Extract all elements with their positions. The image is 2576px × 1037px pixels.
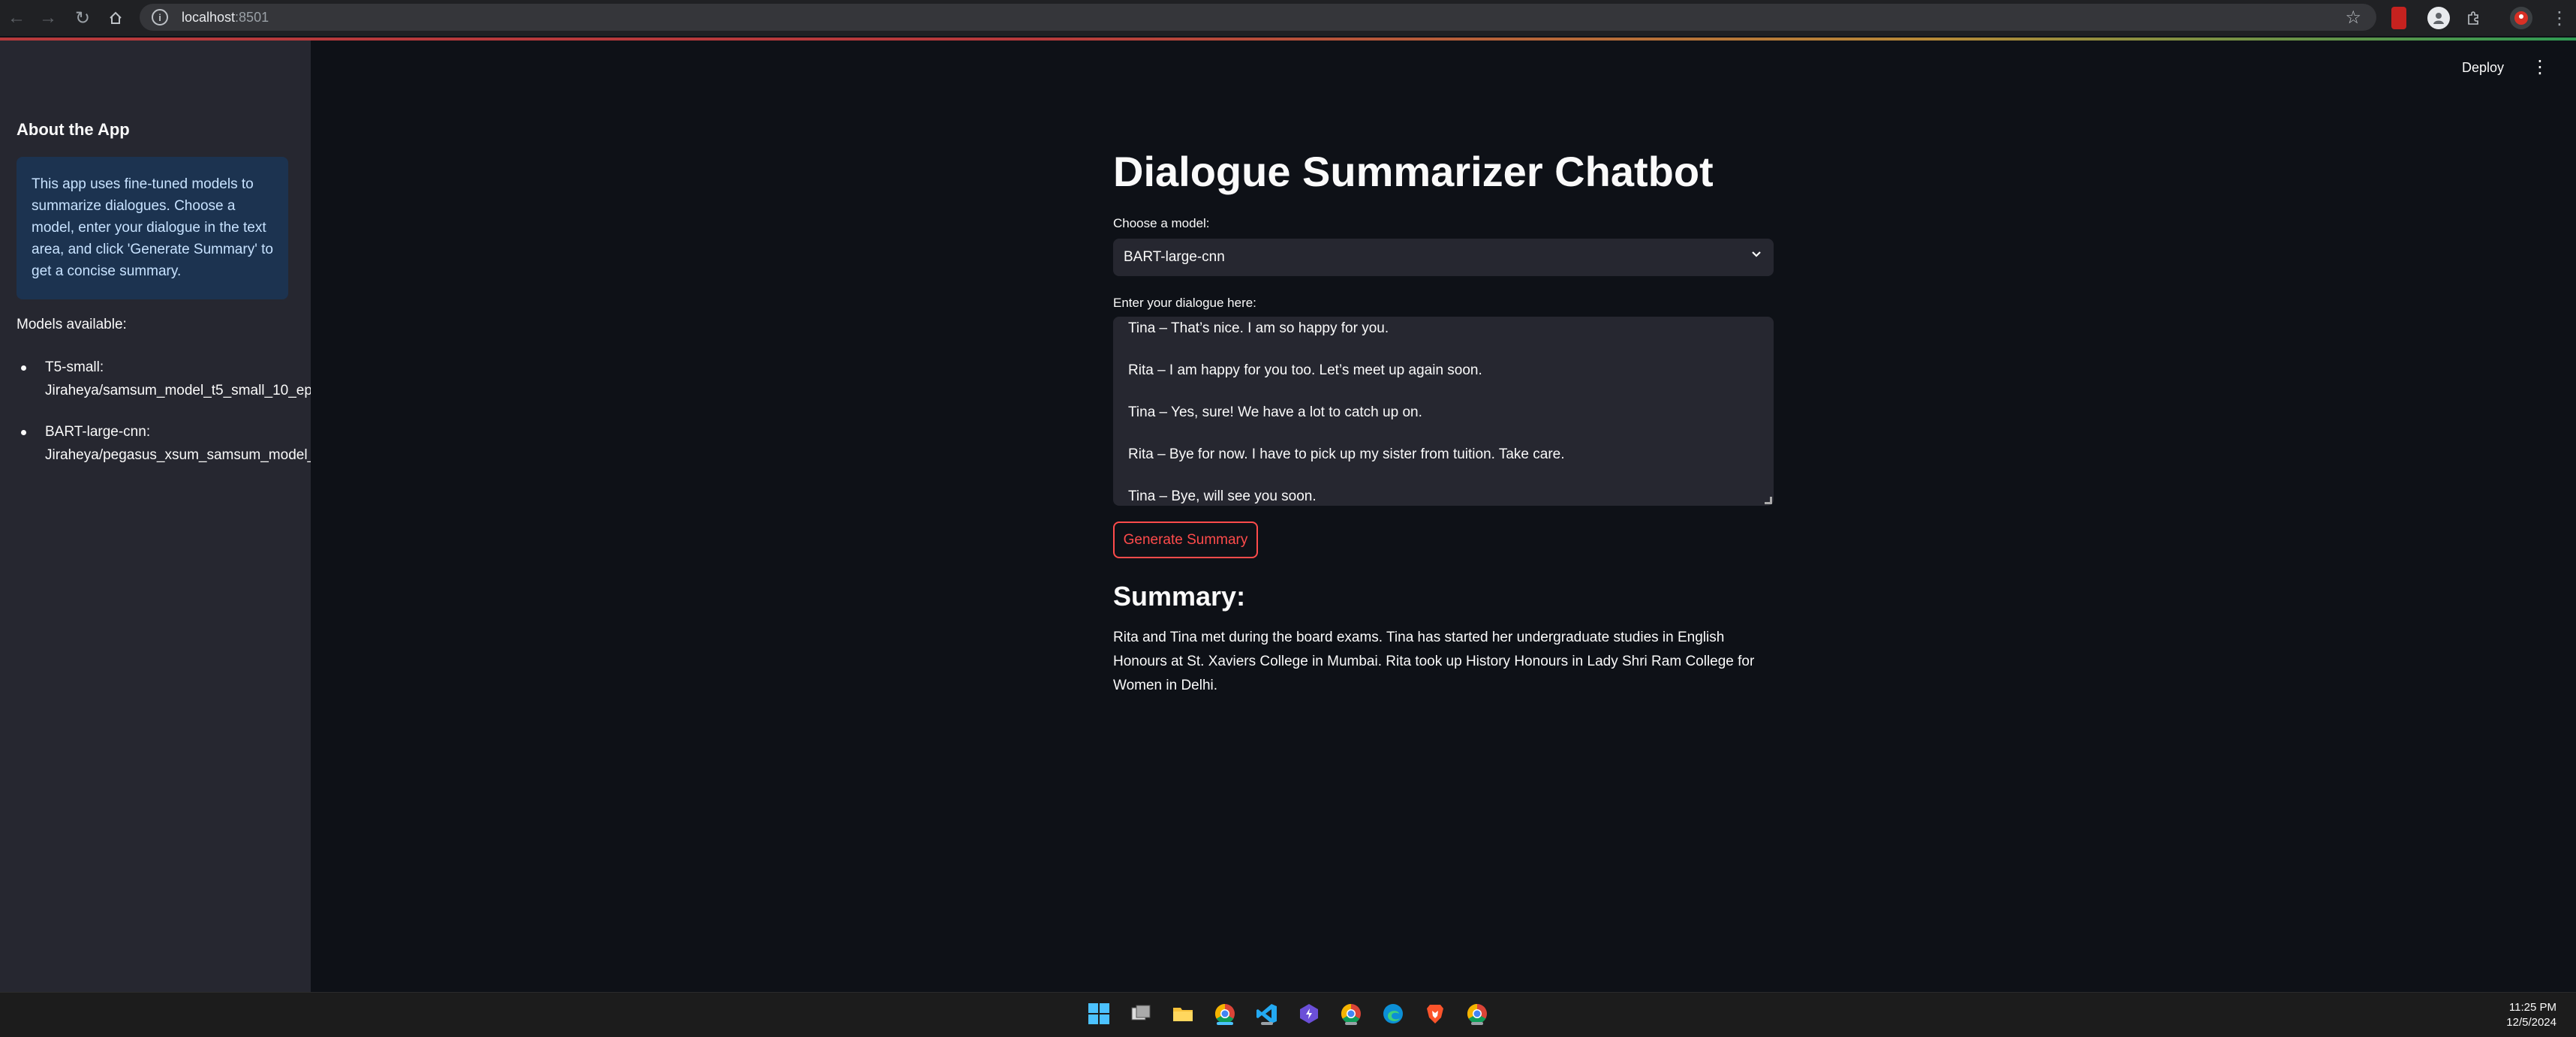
- brave-icon[interactable]: [1422, 1000, 1449, 1027]
- page-title: Dialogue Summarizer Chatbot: [1113, 148, 1714, 195]
- deploy-button[interactable]: Deploy: [2462, 60, 2504, 76]
- clock-time: 11:25 PM: [2508, 1001, 2556, 1014]
- taskbar: 11:25 PM 12/5/2024: [0, 992, 2576, 1037]
- dialogue-textarea[interactable]: Tina – That’s nice. I am so happy for yo…: [1113, 317, 1774, 506]
- resize-handle[interactable]: [1765, 497, 1772, 504]
- running-indicator: [1471, 1022, 1483, 1025]
- extensions-puzzle-icon[interactable]: [2462, 7, 2484, 29]
- generate-summary-button[interactable]: Generate Summary: [1113, 522, 1258, 558]
- url-text: localhost:8501: [182, 9, 269, 25]
- dialogue-line: Tina – That’s nice. I am so happy for yo…: [1128, 320, 1389, 336]
- app-hex-icon[interactable]: [1296, 1000, 1323, 1027]
- summary-text: Rita and Tina met during the board exams…: [1113, 630, 1755, 693]
- site-info-icon[interactable]: i: [152, 9, 168, 26]
- model-repo: Jiraheya/samsum_model_t5_small_10_ep: [45, 383, 311, 398]
- address-bar[interactable]: i localhost:8501 ☆: [140, 4, 2376, 31]
- model-repo: Jiraheya/pegasus_xsum_samsum_model_: [45, 447, 311, 463]
- list-item: T5-small: Jiraheya/samsum_model_t5_small…: [17, 356, 311, 402]
- running-indicator: [1261, 1022, 1273, 1025]
- windows-start-icon[interactable]: [1085, 1000, 1112, 1027]
- running-indicator: [1345, 1022, 1357, 1025]
- list-item: BART-large-cnn: Jiraheya/pegasus_xsum_sa…: [17, 420, 311, 467]
- system-clock[interactable]: 11:25 PM 12/5/2024: [2506, 1000, 2556, 1030]
- active-indicator: [1217, 1022, 1233, 1025]
- dialogue-label: Enter your dialogue here:: [1113, 296, 1256, 310]
- file-explorer-icon[interactable]: [1169, 1000, 1196, 1027]
- chevron-down-icon: [1752, 251, 1761, 257]
- chrome-profile-icon[interactable]: [1338, 1000, 1365, 1027]
- bookmark-star-icon[interactable]: ☆: [2345, 7, 2361, 29]
- chrome-icon[interactable]: [1211, 1000, 1238, 1027]
- bullet-icon: [21, 365, 26, 371]
- model-select[interactable]: BART-large-cnn: [1113, 239, 1774, 276]
- main-menu-icon[interactable]: ⋮: [2531, 59, 2549, 77]
- extension-red-icon[interactable]: [2391, 7, 2406, 29]
- vscode-icon[interactable]: [1253, 1000, 1280, 1027]
- browser-toolbar: ← → ↻ i localhost:8501 ☆ ⋮: [0, 0, 2576, 36]
- model-list: T5-small: Jiraheya/samsum_model_t5_small…: [17, 356, 311, 485]
- sidebar: About the App This app uses fine-tuned m…: [0, 41, 311, 992]
- models-heading: Models available:: [17, 317, 127, 332]
- edge-icon[interactable]: [1380, 1000, 1407, 1027]
- home-icon[interactable]: [99, 2, 132, 35]
- dialogue-line: Tina – Yes, sure! We have a lot to catch…: [1128, 404, 1422, 420]
- bullet-icon: [21, 430, 26, 435]
- info-box: This app uses fine-tuned models to summa…: [17, 157, 288, 299]
- model-name: BART-large-cnn:: [45, 424, 151, 440]
- dialogue-line: Rita – Bye for now. I have to pick up my…: [1128, 446, 1565, 462]
- model-select-value: BART-large-cnn: [1124, 249, 1225, 265]
- summary-title: Summary:: [1113, 581, 1246, 612]
- clock-date: 12/5/2024: [2506, 1016, 2556, 1029]
- back-icon[interactable]: ←: [0, 2, 33, 35]
- reload-icon[interactable]: ↻: [66, 2, 99, 35]
- task-view-icon[interactable]: [1127, 1000, 1154, 1027]
- dialogue-line: Rita – I am happy for you too. Let’s mee…: [1128, 362, 1482, 378]
- browser-menu-icon[interactable]: ⋮: [2543, 2, 2576, 35]
- profile-icon[interactable]: [2510, 7, 2532, 29]
- chrome-alt-icon[interactable]: [1464, 1000, 1491, 1027]
- profile-avatar-icon[interactable]: [2427, 7, 2450, 29]
- model-select-label: Choose a model:: [1113, 216, 1210, 230]
- sidebar-title: About the App: [17, 120, 130, 139]
- streamlit-top-decoration: [0, 38, 2576, 41]
- model-name: T5-small:: [45, 359, 104, 375]
- forward-icon[interactable]: →: [32, 2, 65, 35]
- dialogue-line: Tina – Bye, will see you soon.: [1128, 488, 1317, 504]
